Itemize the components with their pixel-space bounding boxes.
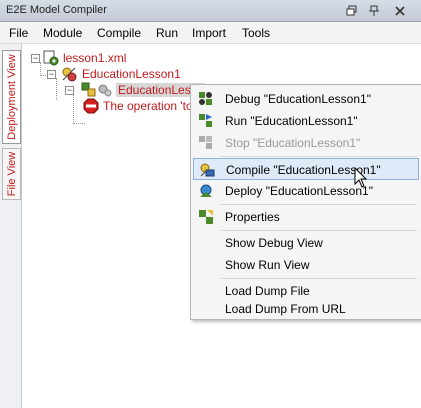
menu-separator [221, 156, 417, 157]
tab-file-view-label: File View [5, 151, 18, 197]
menu-item-debug[interactable]: Debug "EducationLesson1" [193, 88, 419, 110]
collapse-toggle-icon[interactable]: − [65, 86, 74, 95]
tree-node-label: The operation 'tou [103, 99, 200, 113]
menu-module[interactable]: Module [43, 26, 82, 40]
tab-deployment-view[interactable]: Deployment View [2, 50, 21, 144]
tab-file-view[interactable]: File View [2, 148, 21, 200]
close-icon[interactable] [392, 3, 408, 18]
menu-separator [221, 278, 417, 279]
context-menu: Debug "EducationLesson1" Run "EducationL… [190, 84, 421, 320]
menu-import[interactable]: Import [192, 26, 226, 40]
menu-tools[interactable]: Tools [242, 26, 270, 40]
run-icon [199, 114, 212, 127]
compile-icon [200, 163, 215, 177]
deploy-icon [200, 184, 212, 197]
menu-item-load-dump-from-url[interactable]: Load Dump From URL [193, 298, 419, 320]
menu-item-label: Load Dump From URL [225, 302, 346, 316]
menu-separator [221, 204, 417, 205]
pin-icon[interactable] [366, 3, 382, 18]
menu-item-label: Properties [225, 210, 280, 224]
menu-item-label: Show Debug View [225, 236, 323, 250]
side-tab-strip: Deployment View File View [0, 44, 22, 408]
menu-item-properties[interactable]: Properties [193, 206, 419, 228]
menu-item-label: Load Dump File [225, 284, 310, 298]
gears-icon [98, 84, 112, 97]
menu-item-label: Stop "EducationLesson1" [225, 136, 361, 150]
menu-item-stop[interactable]: Stop "EducationLesson1" [193, 132, 419, 154]
tree-node-label: lesson1.xml [63, 51, 127, 65]
menu-item-label: Deploy "EducationLesson1" [225, 184, 373, 198]
menu-item-show-run-view[interactable]: Show Run View [193, 254, 419, 276]
window-title: E2E Model Compiler [6, 4, 107, 16]
stop-gear-icon [199, 136, 212, 149]
properties-icon [199, 210, 213, 224]
menu-item-show-debug-view[interactable]: Show Debug View [193, 232, 419, 254]
mouse-cursor-icon [354, 167, 368, 188]
tree-node-lesson1-xml[interactable]: − lesson1.xml [29, 50, 169, 66]
model-icon [62, 67, 77, 82]
menu-file[interactable]: File [9, 26, 28, 40]
menu-bar: File Module Compile Run Import Tools [0, 22, 421, 44]
tree-connector [73, 123, 85, 124]
menu-run[interactable]: Run [156, 26, 178, 40]
menu-item-label: Debug "EducationLesson1" [225, 92, 371, 106]
tab-deployment-view-label: Deployment View [5, 54, 18, 140]
menu-item-compile[interactable]: Compile "EducationLesson1" [193, 158, 419, 180]
component-icon [81, 82, 96, 97]
collapse-toggle-icon[interactable]: − [47, 70, 56, 79]
file-gear-icon [43, 50, 59, 66]
restore-icon[interactable] [344, 3, 360, 18]
menu-compile[interactable]: Compile [97, 26, 141, 40]
menu-item-label: Show Run View [225, 258, 310, 272]
title-bar: E2E Model Compiler [0, 0, 421, 22]
menu-item-deploy[interactable]: Deploy "EducationLesson1" [193, 180, 419, 202]
menu-separator [221, 230, 417, 231]
tree-node-label: EducationLesson1 [82, 67, 181, 81]
debug-icon [199, 92, 212, 105]
tree-node-educationlesson1[interactable]: − EducationLesson1 [45, 66, 215, 82]
menu-item-label: Run "EducationLesson1" [225, 114, 358, 128]
menu-item-run[interactable]: Run "EducationLesson1" [193, 110, 419, 132]
stop-icon [83, 98, 99, 114]
collapse-toggle-icon[interactable]: − [31, 54, 40, 63]
